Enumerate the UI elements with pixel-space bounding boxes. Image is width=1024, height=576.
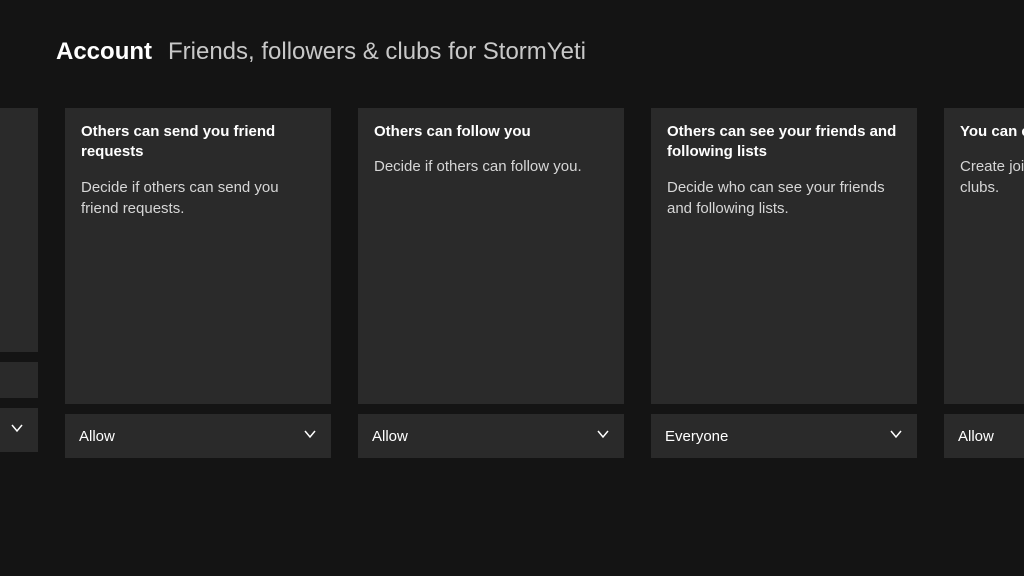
setting-dropdown-follow-you[interactable]: Allow: [358, 414, 624, 458]
dropdown-value: Allow: [79, 428, 115, 445]
setting-dropdown-0[interactable]: [0, 408, 38, 452]
card-title: Others can follow you: [374, 122, 608, 142]
card-title: Others can send you friend requests: [81, 122, 315, 163]
setting-card-col-4: You can create and join clubs Create joi…: [944, 108, 1024, 458]
setting-card-friend-requests[interactable]: Others can send you friend requests Deci…: [65, 108, 331, 404]
setting-card-col-1: Others can send you friend requests Deci…: [65, 108, 331, 458]
setting-dropdown-friend-requests[interactable]: Allow: [65, 414, 331, 458]
settings-cards-row: ers. Others can send you friend requests…: [0, 108, 1024, 458]
setting-card-col-2: Others can follow you Decide if others c…: [358, 108, 624, 458]
card-desc: Decide if others can send you friend req…: [81, 177, 315, 219]
card-desc: ers.: [0, 136, 22, 157]
setting-card-see-friends-lists[interactable]: Others can see your friends and followin…: [651, 108, 917, 404]
page-header: Account Friends, followers & clubs for S…: [0, 0, 1024, 66]
header-title: Friends, followers & clubs for StormYeti: [168, 38, 586, 66]
setting-dropdown-see-friends-lists[interactable]: Everyone: [651, 414, 917, 458]
chevron-down-icon: [596, 427, 610, 446]
chevron-down-icon: [303, 427, 317, 446]
setting-card-0[interactable]: ers.: [0, 108, 38, 352]
setting-card-stub: [0, 362, 38, 398]
dropdown-value: Everyone: [665, 428, 728, 445]
chevron-down-icon: [10, 421, 24, 440]
setting-card-col-0: ers.: [0, 108, 38, 458]
card-desc: Create join, and participate in clubs.: [960, 156, 1024, 198]
header-section: Account: [56, 38, 152, 66]
dropdown-value: Allow: [372, 428, 408, 445]
setting-card-create-clubs[interactable]: You can create and join clubs Create joi…: [944, 108, 1024, 404]
card-title: You can create and join clubs: [960, 122, 1024, 142]
card-desc: Decide if others can follow you.: [374, 156, 608, 177]
chevron-down-icon: [889, 427, 903, 446]
dropdown-value: Allow: [958, 428, 994, 445]
setting-dropdown-create-clubs[interactable]: Allow: [944, 414, 1024, 458]
card-desc: Decide who can see your friends and foll…: [667, 177, 901, 219]
card-title: Others can see your friends and followin…: [667, 122, 901, 163]
setting-card-col-3: Others can see your friends and followin…: [651, 108, 917, 458]
setting-card-follow-you[interactable]: Others can follow you Decide if others c…: [358, 108, 624, 404]
